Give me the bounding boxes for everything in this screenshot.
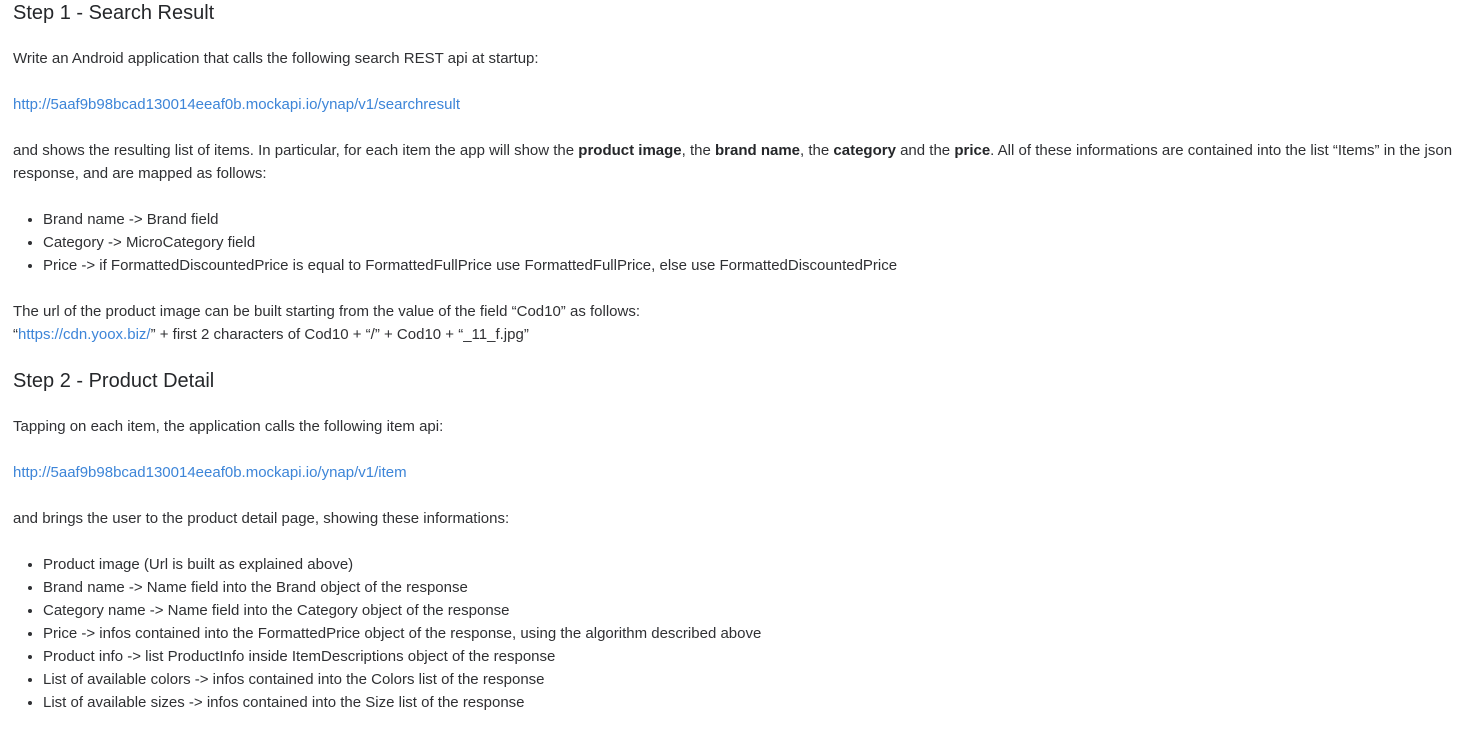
step1-description: and shows the resulting list of items. I… — [13, 139, 1459, 185]
desc-text: , the — [681, 142, 715, 159]
desc-text: and the — [895, 142, 955, 159]
image-note-line1: The url of the product image can be buil… — [13, 303, 640, 320]
desc-bold-category: category — [833, 142, 896, 159]
desc-bold-price: price — [954, 142, 991, 159]
list-item: Product info -> list ProductInfo inside … — [43, 645, 761, 668]
desc-text: and shows the resulting list of items. I… — [13, 142, 579, 159]
step2-intro: Tapping on each item, the application ca… — [13, 418, 444, 435]
list-item: Price -> if FormattedDiscountedPrice is … — [43, 254, 897, 277]
desc-bold-product-image: product image — [578, 142, 682, 159]
step1-api-link-line: http://5aaf9b98bcad130014eeaf0b.mockapi.… — [13, 93, 460, 116]
list-item: Category name -> Name field into the Cat… — [43, 599, 761, 622]
cdn-link[interactable]: https://cdn.yoox.biz/ — [18, 326, 151, 343]
step2-description: and brings the user to the product detai… — [13, 510, 510, 527]
list-item: List of available sizes -> infos contain… — [43, 691, 761, 714]
list-item: Category -> MicroCategory field — [43, 231, 897, 254]
image-note-line2: “https://cdn.yoox.biz/” + first 2 charac… — [13, 323, 640, 346]
step1-intro: Write an Android application that calls … — [13, 50, 539, 67]
list-item: Product image (Url is built as explained… — [43, 553, 761, 576]
desc-text: , the — [800, 142, 834, 159]
step2-api-link-line: http://5aaf9b98bcad130014eeaf0b.mockapi.… — [13, 461, 407, 484]
list-item: Brand name -> Name field into the Brand … — [43, 576, 761, 599]
list-item: Price -> infos contained into the Format… — [43, 622, 761, 645]
step1-image-note: The url of the product image can be buil… — [13, 300, 640, 346]
item-api-link[interactable]: http://5aaf9b98bcad130014eeaf0b.mockapi.… — [13, 464, 407, 481]
step2-detail-list: Product image (Url is built as explained… — [13, 553, 761, 714]
image-note-rest: ” + first 2 characters of Cod10 + “/” + … — [150, 326, 529, 343]
step1-mapping-list: Brand name -> Brand field Category -> Mi… — [13, 208, 897, 277]
list-item: Brand name -> Brand field — [43, 208, 897, 231]
step1-heading: Step 1 - Search Result — [13, 2, 215, 24]
step2-heading: Step 2 - Product Detail — [13, 370, 215, 392]
list-item: List of available colors -> infos contai… — [43, 668, 761, 691]
desc-bold-brand-name: brand name — [715, 142, 801, 159]
search-api-link[interactable]: http://5aaf9b98bcad130014eeaf0b.mockapi.… — [13, 96, 460, 113]
